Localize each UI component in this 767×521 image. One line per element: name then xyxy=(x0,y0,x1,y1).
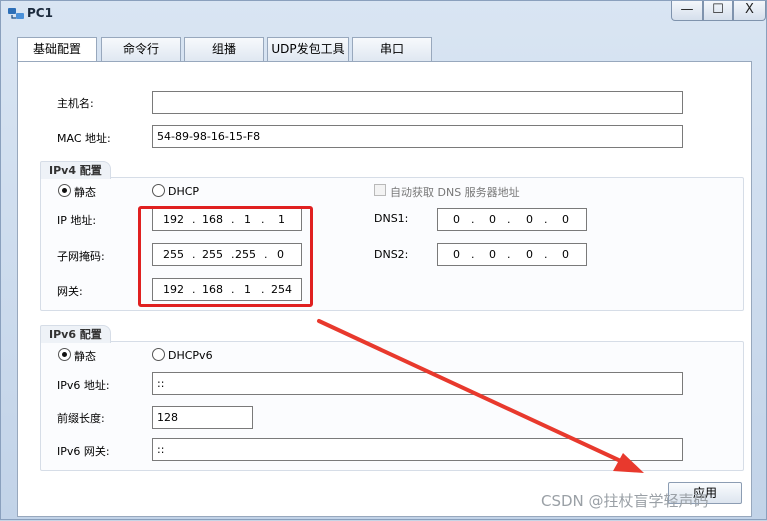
highlight-box xyxy=(138,206,313,307)
hostname-input[interactable] xyxy=(152,91,683,114)
prefix-length-label: 前缀长度: xyxy=(57,412,105,425)
ip-octet: 0 xyxy=(562,248,569,261)
ipv6-address-input[interactable]: :: xyxy=(152,372,683,395)
dns2-input[interactable]: 0 . 0 . 0 . 0 xyxy=(437,243,587,266)
dns1-input[interactable]: 0 . 0 . 0 . 0 xyxy=(437,208,587,231)
mac-input[interactable]: 54-89-98-16-15-F8 xyxy=(152,125,683,148)
prefix-length-input[interactable]: 128 xyxy=(152,406,253,429)
dns1-label: DNS1: xyxy=(374,212,409,225)
ip-octet: 0 xyxy=(453,213,460,226)
ipv4-static-label: 静态 xyxy=(74,186,96,199)
ip-octet: 0 xyxy=(453,248,460,261)
ipv6-gateway-input[interactable]: :: xyxy=(152,438,683,461)
ip-address-label: IP 地址: xyxy=(57,214,97,227)
auto-dns-label: 自动获取 DNS 服务器地址 xyxy=(390,186,520,199)
ip-octet: 0 xyxy=(489,213,496,226)
mac-label: MAC 地址: xyxy=(57,132,111,145)
tab-udp-tool[interactable]: UDP发包工具 xyxy=(267,37,349,62)
ipv6-gateway-label: IPv6 网关: xyxy=(57,445,110,458)
dns2-label: DNS2: xyxy=(374,248,409,261)
ip-octet: 0 xyxy=(526,213,533,226)
minimize-button[interactable]: — xyxy=(671,1,703,21)
hostname-label: 主机名: xyxy=(57,97,94,110)
ip-octet: 0 xyxy=(562,213,569,226)
subnet-mask-label: 子网掩码: xyxy=(57,250,105,263)
ipv6-dhcp-label: DHCPv6 xyxy=(168,349,213,362)
window-title: PC1 xyxy=(27,6,53,20)
pc1-window: PC1 — ☐ X 基础配置 命令行 组播 UDP发包工具 串口 主机名: MA… xyxy=(0,0,767,520)
maximize-button[interactable]: ☐ xyxy=(703,1,733,21)
ipv6-address-label: IPv6 地址: xyxy=(57,379,110,392)
tab-basic-config[interactable]: 基础配置 xyxy=(17,37,97,63)
tab-serial[interactable]: 串口 xyxy=(352,37,432,62)
gateway-label: 网关: xyxy=(57,285,83,298)
ipv6-static-label: 静态 xyxy=(74,350,96,363)
ipv4-static-radio[interactable] xyxy=(58,184,71,197)
auto-dns-checkbox[interactable] xyxy=(374,184,386,196)
watermark: CSDN @拄杖盲学轻声码 xyxy=(541,492,709,510)
tab-multicast[interactable]: 组播 xyxy=(184,37,264,62)
pc-network-icon xyxy=(8,8,24,19)
ip-octet: 0 xyxy=(489,248,496,261)
ipv6-dhcp-radio[interactable] xyxy=(152,348,165,361)
ipv4-dhcp-label: DHCP xyxy=(168,185,200,198)
ipv6-group-title: IPv6 配置 xyxy=(40,325,111,343)
tab-command-line[interactable]: 命令行 xyxy=(101,37,181,62)
ipv4-group-title: IPv4 配置 xyxy=(40,161,111,179)
title-bar[interactable]: PC1 — ☐ X xyxy=(1,1,766,27)
close-button[interactable]: X xyxy=(733,1,766,21)
ipv4-dhcp-radio[interactable] xyxy=(152,184,165,197)
ip-octet: 0 xyxy=(526,248,533,261)
ipv6-static-radio[interactable] xyxy=(58,348,71,361)
